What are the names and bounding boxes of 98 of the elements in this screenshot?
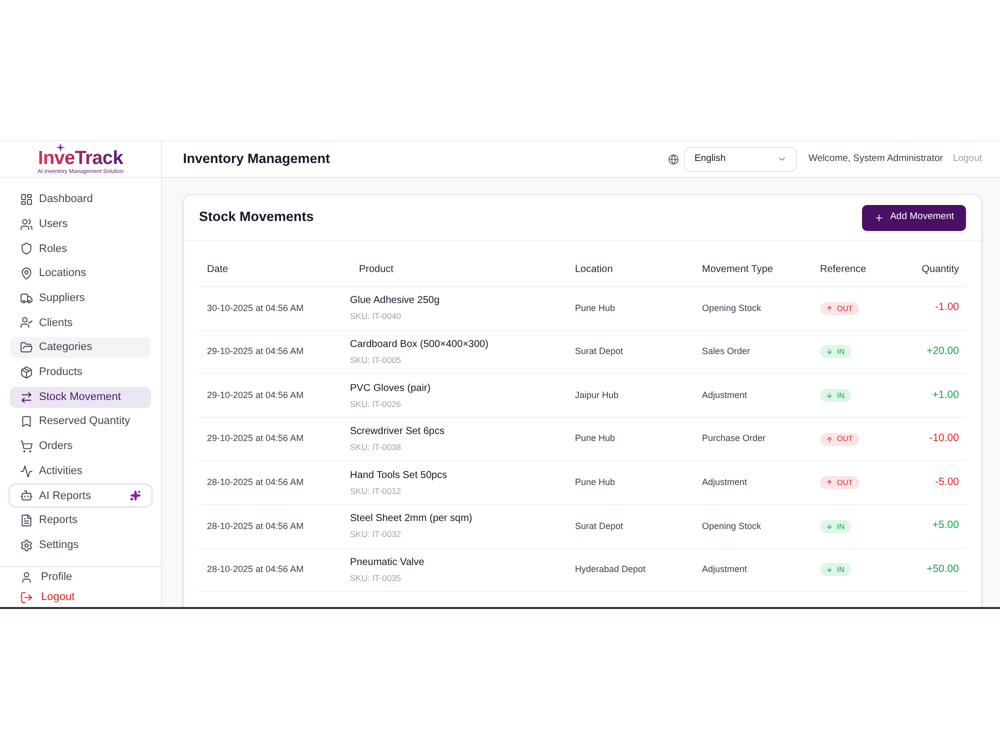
location-cell-text: Surat Depot: [574, 345, 624, 358]
sidebar-footer-item[interactable]: Profile: [0, 567, 161, 587]
column-header: Date: [206, 263, 230, 277]
arrow-up-icon: [826, 479, 833, 486]
sku-text: SKU: IT-0032: [350, 528, 402, 542]
product-name: Steel Sheet 2mm (per sqm): [350, 512, 474, 526]
sku-text: SKU: IT-0038: [350, 441, 402, 454]
date-cell-text: 29-10-2025 at 04:56 AM: [206, 432, 305, 446]
language-select[interactable]: English: [684, 146, 798, 172]
card-title: Stock Movements: [199, 208, 314, 226]
product-name: Glue Adhesive 250g: [350, 294, 441, 308]
cart-icon: [20, 440, 33, 453]
sidebar-item[interactable]: Suppliers: [10, 288, 151, 309]
shield-icon: [20, 242, 33, 256]
sparkle-icon: [56, 143, 65, 152]
grid-icon: [20, 193, 33, 206]
truck-icon: [20, 292, 33, 305]
product-name: Screwdriver Set 6pcs: [350, 425, 446, 440]
product-name: Hand Tools Set 50pcs: [350, 468, 448, 483]
quantity-cell-text: +50.00: [926, 562, 960, 577]
arrow-up-icon: [826, 304, 833, 312]
column-header: Movement Type: [701, 263, 774, 277]
sparkles-icon: [130, 490, 141, 502]
movement-type-cell-text: Sales Order: [701, 345, 752, 358]
plus-icon: [874, 212, 884, 222]
sidebar-item[interactable]: Reports: [10, 510, 151, 531]
pulse-line-icon: [20, 464, 33, 478]
sidebar-item[interactable]: Categories: [10, 337, 151, 358]
arrow-up-icon: [826, 436, 833, 443]
movement-type-cell-text: Adjustment: [701, 563, 748, 576]
quantity-cell-text: -5.00: [935, 474, 960, 490]
sidebar-item[interactable]: Roles: [10, 238, 151, 260]
location-cell-text: Surat Depot: [574, 520, 624, 533]
sku-text: SKU: IT-0040: [350, 310, 402, 324]
sku-text: SKU: IT-0035: [350, 572, 402, 585]
quantity-cell-text: +20.00: [926, 344, 960, 360]
folder-icon: [20, 341, 33, 354]
user-check-icon: [20, 316, 33, 330]
sidebar-item[interactable]: Locations: [10, 263, 151, 284]
column-header: Location: [574, 263, 614, 277]
movement-type-cell-text: Opening Stock: [701, 520, 762, 533]
sidebar-item[interactable]: AI Reports: [10, 485, 151, 506]
user-icon: [20, 570, 33, 584]
column-header: Quantity: [922, 263, 960, 277]
page-title: Inventory Management: [183, 150, 332, 168]
product-name: Cardboard Box (500×400×300): [350, 338, 490, 352]
product-name: PVC Gloves (pair): [350, 382, 432, 396]
location-cell-text: Pune Hub: [574, 432, 616, 446]
date-cell-text: 30-10-2025 at 04:56 AM: [206, 302, 305, 315]
location-cell-text: Pune Hub: [574, 476, 616, 489]
location-cell-text: Pune Hub: [574, 302, 616, 315]
sidebar-item[interactable]: Activities: [10, 460, 151, 482]
arrow-down-icon: [826, 348, 833, 356]
sidebar-item[interactable]: Dashboard: [10, 189, 151, 210]
robot-icon: [20, 489, 33, 502]
sidebar-item[interactable]: Reserved Quantity: [10, 411, 151, 432]
sidebar-item[interactable]: Settings: [10, 534, 151, 556]
globe-icon: [668, 154, 680, 164]
swap-arrows-icon: [20, 390, 33, 404]
bookmark-icon: [20, 415, 33, 428]
date-cell-text: 28-10-2025 at 04:56 AM: [206, 520, 305, 533]
box-icon: [20, 366, 33, 379]
date-cell-text: 29-10-2025 at 04:56 AM: [206, 345, 305, 358]
sidebar-item[interactable]: Products: [10, 362, 151, 383]
sidebar-item[interactable]: Stock Movement: [10, 386, 151, 408]
arrow-down-icon: [826, 566, 833, 574]
movement-type-cell-text: Purchase Order: [701, 432, 767, 446]
users-icon: [20, 218, 33, 231]
settings-icon: [20, 538, 33, 552]
logout-icon: [20, 590, 33, 604]
movement-type-cell-text: Adjustment: [701, 388, 748, 402]
product-name: Pneumatic Valve: [350, 556, 426, 570]
quantity-cell-text: -1.00: [935, 300, 960, 316]
quantity-cell-text: +1.00: [932, 388, 960, 403]
column-header: Reference: [819, 263, 868, 277]
sidebar-item[interactable]: Orders: [10, 436, 151, 457]
column-header: Product: [358, 263, 394, 277]
sidebar-item[interactable]: Users: [10, 214, 151, 235]
arrow-down-icon: [826, 392, 833, 399]
sku-text: SKU: IT-0012: [350, 484, 402, 498]
document-icon: [20, 514, 33, 527]
date-cell-text: 29-10-2025 at 04:56 AM: [206, 388, 305, 402]
arrow-down-icon: [826, 522, 833, 530]
location-cell-text: Hyderabad Depot: [574, 563, 647, 576]
movement-type-cell-text: Adjustment: [701, 476, 748, 489]
sidebar-item[interactable]: Clients: [10, 312, 151, 334]
sidebar-footer-item[interactable]: Logout: [0, 587, 161, 607]
sku-text: SKU: IT-0026: [350, 398, 402, 410]
welcome-text: Welcome, System Administrator: [808, 152, 943, 166]
date-cell-text: 28-10-2025 at 04:56 AM: [206, 476, 305, 489]
map-pin-icon: [20, 267, 33, 280]
date-cell-text: 28-10-2025 at 04:56 AM: [206, 563, 305, 576]
add-movement-button[interactable]: Add Movement: [862, 204, 966, 230]
sku-text: SKU: IT-0005: [350, 354, 402, 367]
quantity-cell-text: +5.00: [932, 518, 960, 534]
location-cell-text: Jaipur Hub: [574, 388, 620, 402]
movement-type-cell-text: Opening Stock: [701, 302, 762, 315]
quantity-cell-text: -10.00: [929, 431, 960, 446]
